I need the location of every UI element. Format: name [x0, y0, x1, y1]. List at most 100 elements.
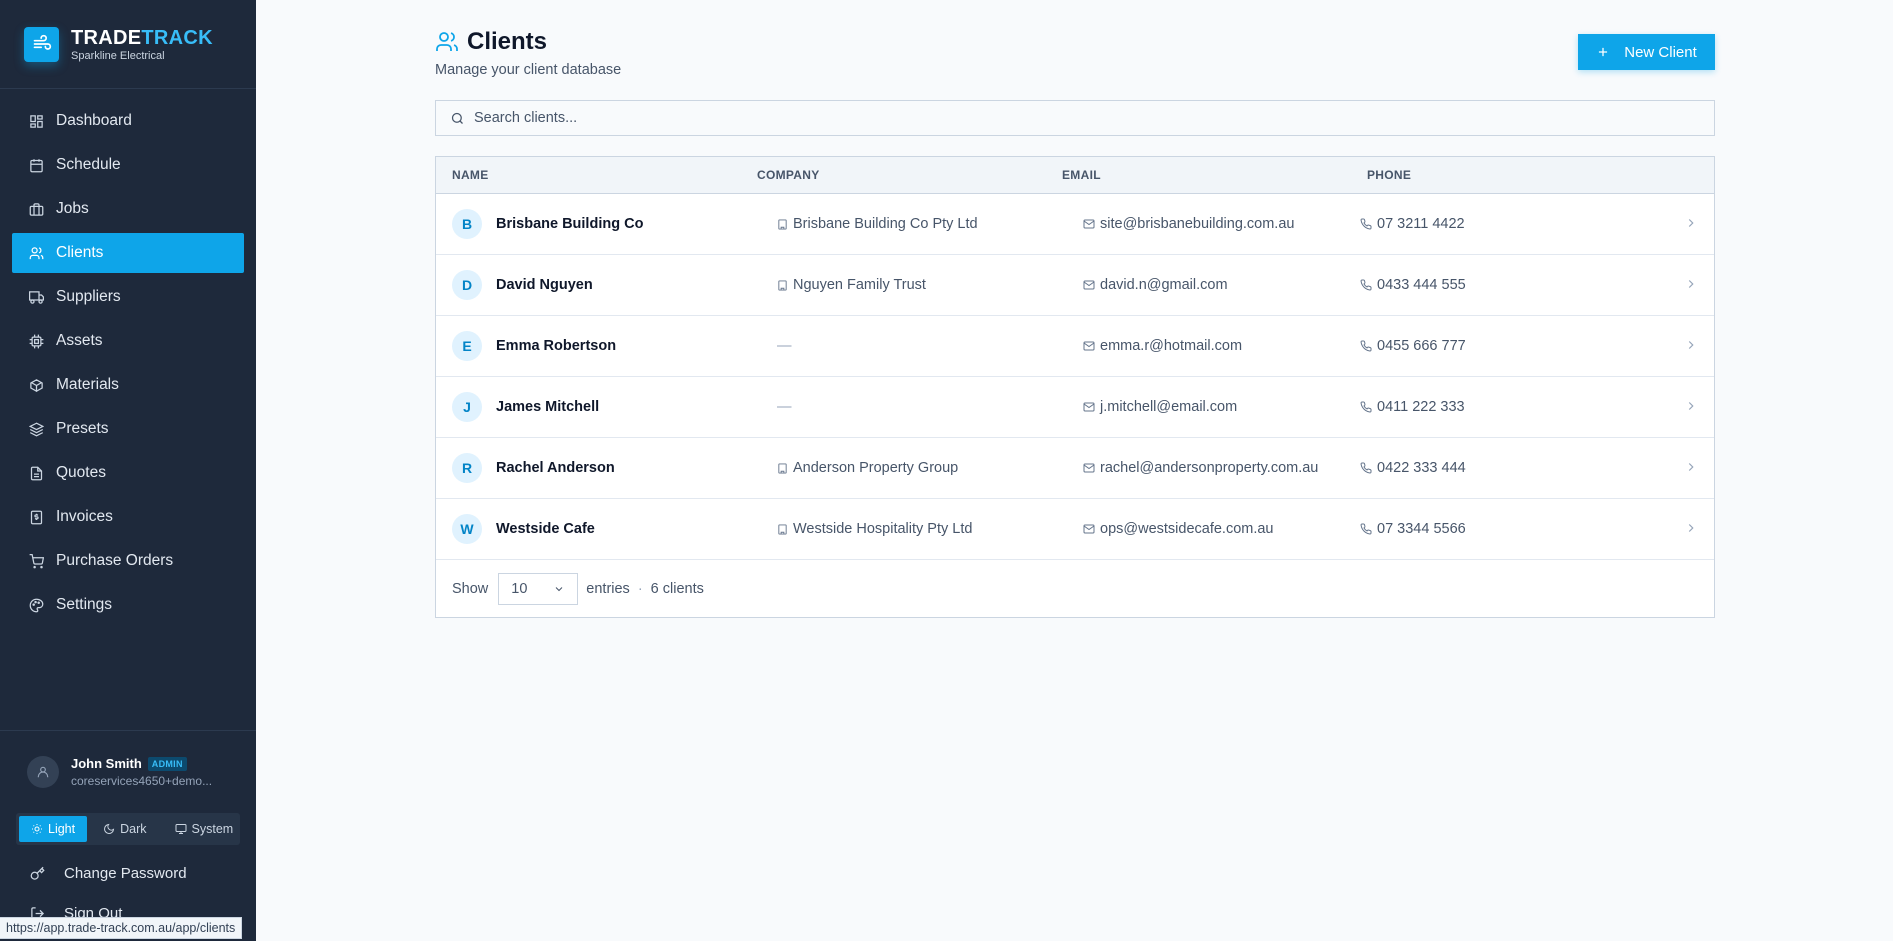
new-client-button[interactable]: New Client [1578, 34, 1715, 70]
phone-icon [1360, 279, 1372, 291]
sidebar-item-label: Jobs [56, 200, 89, 217]
client-count: 6 clients [650, 580, 704, 597]
client-phone: 0433 444 555 [1377, 277, 1466, 293]
phone-icon [1360, 523, 1372, 535]
sidebar-item-label: Suppliers [56, 288, 121, 305]
phone-icon [1360, 401, 1372, 413]
mail-icon [1083, 279, 1095, 291]
entries-label: entries [586, 580, 630, 597]
table-row[interactable]: W Westside Cafe Westside Hospitality Pty … [436, 499, 1714, 560]
phone-icon [1360, 340, 1372, 352]
chevron-right-icon [1684, 460, 1698, 474]
change-password-link[interactable]: Change Password [16, 853, 240, 893]
mail-icon [1083, 340, 1095, 352]
column-header-phone[interactable]: PHONE [1351, 168, 1656, 182]
theme-light-button[interactable]: Light [19, 816, 88, 842]
client-phone: 07 3344 5566 [1377, 521, 1466, 537]
truck-icon [28, 289, 44, 305]
avatar [27, 756, 59, 788]
theme-system-button[interactable]: System [163, 816, 246, 842]
role-badge: ADMIN [147, 756, 187, 771]
client-name: Brisbane Building Co [496, 216, 644, 232]
page-size-select[interactable]: 10 [498, 572, 579, 605]
sun-icon [32, 824, 42, 834]
table-row[interactable]: D David Nguyen Nguyen Family Trust david.… [436, 255, 1714, 316]
client-company: Westside Hospitality Pty Ltd [793, 521, 973, 537]
brand-name-part1: TRADE [71, 26, 142, 49]
box-icon [28, 377, 44, 393]
table-row[interactable]: B Brisbane Building Co Brisbane Building … [436, 194, 1714, 255]
client-name: David Nguyen [496, 277, 593, 293]
page-size-value: 10 [511, 580, 528, 597]
phone-icon [1360, 462, 1372, 474]
sidebar-item-schedule[interactable]: Schedule [12, 145, 244, 185]
table-header: NAME COMPANY EMAIL PHONE [436, 157, 1714, 194]
table-row[interactable]: J James Mitchell — j.mitchell@email.com 0… [436, 377, 1714, 438]
document-icon [28, 465, 44, 481]
chevron-right-icon [1684, 338, 1698, 352]
table-row[interactable]: E Emma Robertson — emma.r@hotmail.com 045… [436, 316, 1714, 377]
sidebar-item-clients[interactable]: Clients [12, 233, 244, 273]
sidebar-item-label: Assets [56, 332, 103, 349]
chevron-right-icon [1684, 277, 1698, 291]
column-header-email[interactable]: EMAIL [1046, 168, 1351, 182]
sidebar-item-label: Dashboard [56, 112, 132, 129]
client-name: Emma Robertson [496, 338, 617, 354]
calendar-icon [28, 157, 44, 173]
sidebar-item-purchase-orders[interactable]: Purchase Orders [12, 541, 244, 581]
mail-icon [1083, 462, 1095, 474]
show-label: Show [452, 580, 489, 597]
sidebar-item-quotes[interactable]: Quotes [12, 453, 244, 493]
sidebar-item-jobs[interactable]: Jobs [12, 189, 244, 229]
wind-logo-icon [24, 26, 59, 62]
brand-name: TRADETRACK [71, 27, 213, 49]
sidebar-item-presets[interactable]: Presets [12, 409, 244, 449]
client-initial: W [452, 514, 482, 544]
search-input[interactable] [474, 110, 1674, 126]
sidebar-item-label: Invoices [56, 508, 113, 525]
user-email: coreservices4650+demo... [71, 774, 213, 788]
chip-icon [28, 333, 44, 349]
brand[interactable]: TRADETRACK Sparkline Electrical [0, 0, 256, 89]
client-name: Rachel Anderson [496, 460, 615, 476]
sidebar-item-label: Quotes [56, 464, 106, 481]
mail-icon [1083, 523, 1095, 535]
monitor-icon [175, 824, 187, 834]
table-footer: Show 10 entries · 6 clients [436, 560, 1714, 617]
client-email: rachel@andersonproperty.com.au [1100, 460, 1319, 476]
sidebar-item-settings[interactable]: Settings [12, 585, 244, 625]
users-icon [28, 245, 44, 261]
user-profile[interactable]: John Smith ADMIN coreservices4650+demo... [16, 731, 240, 813]
sidebar-nav: Dashboard Schedule Jobs Clients Supplier… [0, 89, 256, 625]
building-icon [777, 279, 788, 291]
separator: · [637, 580, 643, 597]
client-email: emma.r@hotmail.com [1100, 338, 1243, 354]
sidebar-item-materials[interactable]: Materials [12, 365, 244, 405]
plus-icon [1596, 45, 1610, 59]
client-initial: E [452, 331, 482, 361]
theme-dark-button[interactable]: Dark [91, 816, 158, 842]
sidebar-item-invoices[interactable]: Invoices [12, 497, 244, 537]
sidebar-item-dashboard[interactable]: Dashboard [12, 101, 244, 141]
sidebar-item-suppliers[interactable]: Suppliers [12, 277, 244, 317]
sidebar: TRADETRACK Sparkline Electrical Dashboar… [0, 0, 256, 941]
column-header-name[interactable]: NAME [436, 168, 741, 182]
sidebar-item-assets[interactable]: Assets [12, 321, 244, 361]
building-icon [777, 523, 788, 535]
client-email: site@brisbanebuilding.com.au [1100, 216, 1295, 232]
moon-icon [104, 823, 115, 834]
sidebar-item-label: Schedule [56, 156, 121, 173]
client-name: James Mitchell [496, 399, 600, 415]
theme-dark-label: Dark [120, 822, 147, 836]
column-header-company[interactable]: COMPANY [741, 168, 1046, 182]
sidebar-footer: John Smith ADMIN coreservices4650+demo...… [0, 730, 256, 933]
sidebar-item-label: Presets [56, 420, 109, 437]
new-client-label: New Client [1624, 43, 1697, 61]
table-row[interactable]: R Rachel Anderson Anderson Property Group… [436, 438, 1714, 499]
client-phone: 07 3211 4422 [1377, 216, 1465, 232]
client-company: Nguyen Family Trust [793, 277, 926, 293]
phone-icon [1360, 218, 1372, 230]
key-icon [30, 866, 46, 881]
theme-switcher: Light Dark System [16, 813, 240, 845]
client-company: Anderson Property Group [793, 460, 959, 476]
